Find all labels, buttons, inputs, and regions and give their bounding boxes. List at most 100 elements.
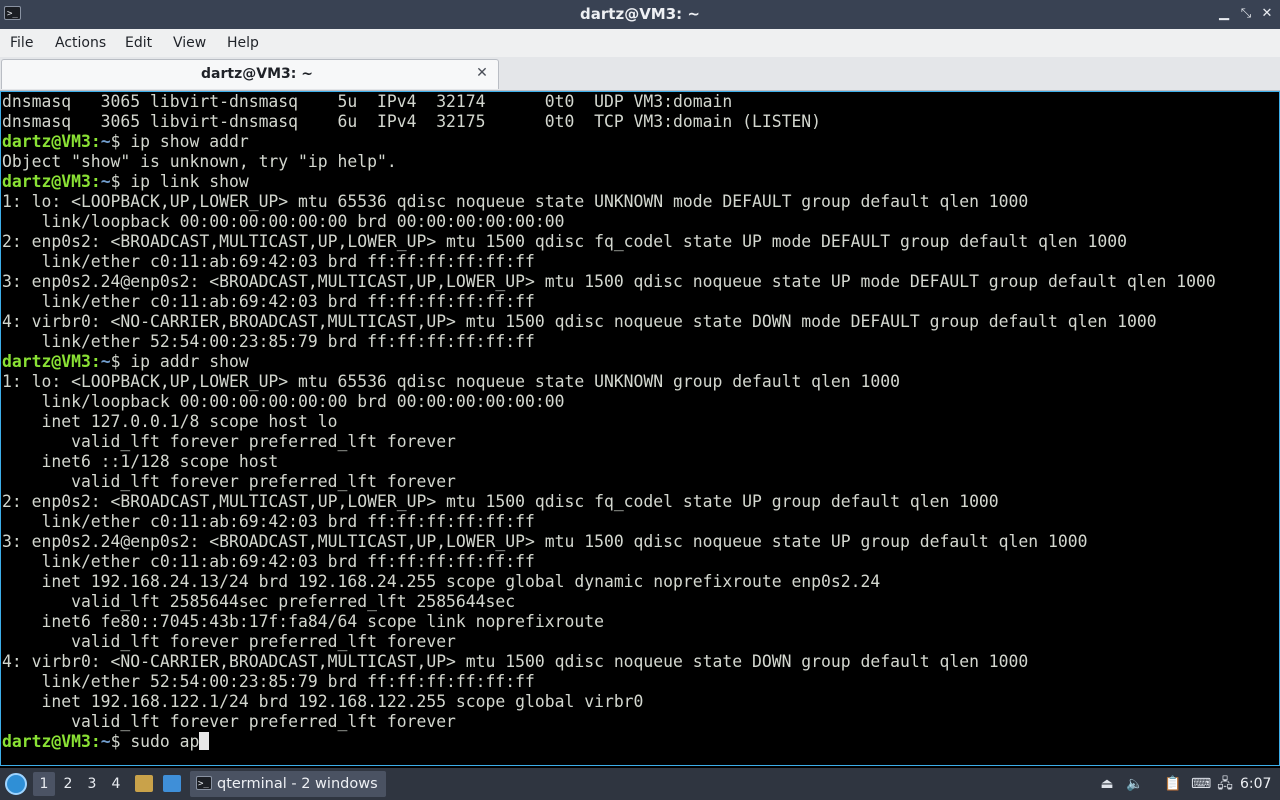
prompt-symbol: $: [110, 732, 131, 751]
output-text: valid_lft forever preferred_lft forever: [2, 712, 456, 731]
desktop-4-button[interactable]: 4: [105, 772, 127, 796]
output-text: dnsmasq 3065 libvirt-dnsmasq 5u IPv4 321…: [2, 92, 733, 111]
output-text: 3: enp0s2.24@enp0s2: <BROADCAST,MULTICAS…: [2, 532, 1088, 551]
terminal-command-line: dartz@VM3:~$ ip link show: [2, 172, 1278, 192]
prompt-separator: :: [90, 172, 101, 191]
output-text: inet6 fe80::7045:43b:17f:fa84/64 scope l…: [2, 612, 604, 631]
lxqt-menu-icon[interactable]: [5, 773, 27, 795]
output-text: inet 127.0.0.1/8 scope host lo: [2, 412, 338, 431]
terminal-output-line: 1: lo: <LOOPBACK,UP,LOWER_UP> mtu 65536 …: [2, 192, 1278, 212]
file-manager-icon[interactable]: [135, 775, 153, 792]
terminal-output-line: link/ether 52:54:00:23:85:79 brd ff:ff:f…: [2, 672, 1278, 692]
terminal-output-line: Object "show" is unknown, try "ip help".: [2, 152, 1278, 172]
command-text: ip link show: [130, 172, 249, 191]
output-text: 2: enp0s2: <BROADCAST,MULTICAST,UP,LOWER…: [2, 492, 999, 511]
desktop-1-button[interactable]: 1: [33, 772, 55, 796]
command-text: ip addr show: [130, 352, 249, 371]
terminal-output-line: link/ether c0:11:ab:69:42:03 brd ff:ff:f…: [2, 552, 1278, 572]
terminal-output-line: link/ether c0:11:ab:69:42:03 brd ff:ff:f…: [2, 252, 1278, 272]
terminal-output-line: 2: enp0s2: <BROADCAST,MULTICAST,UP,LOWER…: [2, 492, 1278, 512]
terminal-command-line: dartz@VM3:~$ ip show addr: [2, 132, 1278, 152]
output-text: link/ether c0:11:ab:69:42:03 brd ff:ff:f…: [2, 512, 535, 531]
terminal-output-line: inet6 ::1/128 scope host: [2, 452, 1278, 472]
prompt-user: dartz@VM3: [2, 172, 91, 191]
terminal-command-line: dartz@VM3:~$ sudo ap: [2, 732, 1278, 752]
menu-bar: File Actions Edit View Help: [0, 29, 1280, 58]
volume-icon[interactable]: 🔈: [1126, 775, 1144, 793]
terminal-output-line: valid_lft forever preferred_lft forever: [2, 632, 1278, 652]
terminal-output-line: 4: virbr0: <NO-CARRIER,BROADCAST,MULTICA…: [2, 312, 1278, 332]
menu-help[interactable]: Help: [227, 29, 259, 57]
terminal-output-line: 1: lo: <LOOPBACK,UP,LOWER_UP> mtu 65536 …: [2, 372, 1278, 392]
command-text: ip show addr: [130, 132, 249, 151]
terminal-output: dnsmasq 3065 libvirt-dnsmasq 5u IPv4 321…: [2, 92, 1278, 752]
output-text: link/loopback 00:00:00:00:00:00 brd 00:0…: [2, 212, 565, 231]
output-text: valid_lft forever preferred_lft forever: [2, 632, 456, 651]
terminal-output-line: dnsmasq 3065 libvirt-dnsmasq 5u IPv4 321…: [2, 92, 1278, 112]
terminal-output-line: link/loopback 00:00:00:00:00:00 brd 00:0…: [2, 212, 1278, 232]
terminal-output-line: 3: enp0s2.24@enp0s2: <BROADCAST,MULTICAS…: [2, 272, 1278, 292]
taskbar: 1 2 3 4 >_ qterminal - 2 windows ⏏ 🔈 📋 ⌨…: [0, 768, 1280, 800]
output-text: link/ether 52:54:00:23:85:79 brd ff:ff:f…: [2, 672, 535, 691]
tab-close-icon[interactable]: ✕: [474, 65, 490, 81]
prompt-user: dartz@VM3: [2, 132, 91, 151]
output-text: 2: enp0s2: <BROADCAST,MULTICAST,UP,LOWER…: [2, 232, 1127, 251]
tab-label: dartz@VM3: ~: [201, 66, 313, 82]
menu-edit[interactable]: Edit: [125, 29, 152, 57]
terminal-output-line: inet 192.168.122.1/24 brd 192.168.122.25…: [2, 692, 1278, 712]
output-text: 4: virbr0: <NO-CARRIER,BROADCAST,MULTICA…: [2, 652, 1029, 671]
output-text: inet 192.168.122.1/24 brd 192.168.122.25…: [2, 692, 644, 711]
output-text: valid_lft forever preferred_lft forever: [2, 472, 456, 491]
terminal-output-line: link/ether c0:11:ab:69:42:03 brd ff:ff:f…: [2, 512, 1278, 532]
tab-terminal[interactable]: dartz@VM3: ~ ✕: [1, 59, 499, 89]
output-text: 3: enp0s2.24@enp0s2: <BROADCAST,MULTICAS…: [2, 272, 1216, 291]
terminal-output-line: 4: virbr0: <NO-CARRIER,BROADCAST,MULTICA…: [2, 652, 1278, 672]
desktop-3-button[interactable]: 3: [81, 772, 103, 796]
menu-view[interactable]: View: [173, 29, 206, 57]
prompt-path: ~: [100, 352, 111, 371]
terminal-output-line: valid_lft forever preferred_lft forever: [2, 432, 1278, 452]
terminal-output-line: valid_lft 2585644sec preferred_lft 25856…: [2, 592, 1278, 612]
keyboard-icon[interactable]: ⌨: [1191, 775, 1211, 793]
desktop-2-button[interactable]: 2: [57, 772, 79, 796]
output-text: inet6 ::1/128 scope host: [2, 452, 279, 471]
clock[interactable]: 6:07: [1240, 768, 1271, 800]
window-titlebar[interactable]: >_ dartz@VM3: ~ ▁ ⤡ ✕: [0, 0, 1280, 29]
output-text: link/ether c0:11:ab:69:42:03 brd ff:ff:f…: [2, 292, 535, 311]
prompt-path: ~: [100, 132, 111, 151]
prompt-symbol: $: [110, 172, 131, 191]
terminal-output-line: link/ether 52:54:00:23:85:79 brd ff:ff:f…: [2, 332, 1278, 352]
terminal-output-line: inet 127.0.0.1/8 scope host lo: [2, 412, 1278, 432]
terminal-output-line: inet 192.168.24.13/24 brd 192.168.24.255…: [2, 572, 1278, 592]
output-text: dnsmasq 3065 libvirt-dnsmasq 6u IPv4 321…: [2, 112, 822, 131]
close-icon[interactable]: ✕: [1257, 4, 1277, 24]
command-input[interactable]: sudo ap: [130, 732, 199, 751]
network-icon[interactable]: 🖧: [1216, 775, 1234, 793]
prompt-user: dartz@VM3: [2, 732, 91, 751]
terminal-view[interactable]: dnsmasq 3065 libvirt-dnsmasq 5u IPv4 321…: [0, 91, 1280, 766]
clipboard-icon[interactable]: 📋: [1164, 775, 1182, 793]
prompt-separator: :: [90, 352, 101, 371]
minimize-icon[interactable]: ▁: [1214, 4, 1234, 24]
output-text: 4: virbr0: <NO-CARRIER,BROADCAST,MULTICA…: [2, 312, 1157, 331]
prompt-user: dartz@VM3: [2, 352, 91, 371]
prompt-separator: :: [90, 132, 101, 151]
tab-bar: dartz@VM3: ~ ✕: [0, 57, 1280, 91]
terminal-output-line: dnsmasq 3065 libvirt-dnsmasq 6u IPv4 321…: [2, 112, 1278, 132]
output-text: valid_lft forever preferred_lft forever: [2, 432, 456, 451]
prompt-path: ~: [100, 172, 111, 191]
output-text: link/loopback 00:00:00:00:00:00 brd 00:0…: [2, 392, 565, 411]
output-text: link/ether c0:11:ab:69:42:03 brd ff:ff:f…: [2, 552, 535, 571]
show-desktop-icon[interactable]: [163, 775, 181, 792]
menu-file[interactable]: File: [10, 29, 33, 57]
output-text: link/ether c0:11:ab:69:42:03 brd ff:ff:f…: [2, 252, 535, 271]
eject-icon[interactable]: ⏏: [1098, 775, 1116, 793]
menu-actions[interactable]: Actions: [55, 29, 106, 57]
terminal-output-line: link/ether c0:11:ab:69:42:03 brd ff:ff:f…: [2, 292, 1278, 312]
restore-icon[interactable]: ⤡: [1236, 4, 1256, 24]
task-qterminal[interactable]: >_ qterminal - 2 windows: [190, 771, 386, 797]
terminal-command-line: dartz@VM3:~$ ip addr show: [2, 352, 1278, 372]
prompt-symbol: $: [110, 132, 131, 151]
terminal-output-line: valid_lft forever preferred_lft forever: [2, 472, 1278, 492]
prompt-symbol: $: [110, 352, 131, 371]
